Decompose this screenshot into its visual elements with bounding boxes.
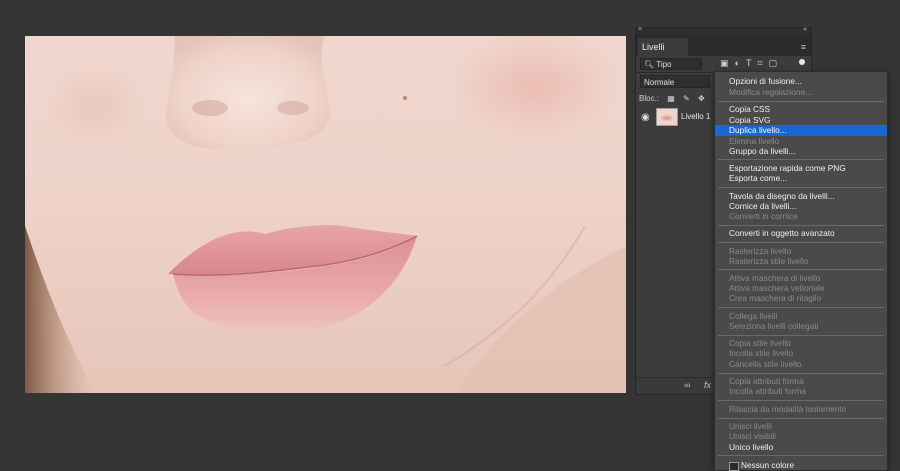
menu-item-blending-options[interactable]: Opzioni di fusione... [715,76,887,87]
menu-item-export-as[interactable]: Esporta come... [715,173,887,184]
filter-kind-icons[interactable]: ▣◐T⌗▢ [720,58,783,69]
menu-item-flatten-image[interactable]: Unico livello [715,442,887,453]
menu-item-merge-visible: Unisci visibili [729,431,777,441]
portrait-photo [25,36,626,393]
layer-context-menu: Opzioni di fusione... Modifica regolazio… [714,71,888,471]
menu-item-paste-shape-attributes: Incolla attributi forma [729,386,807,396]
menu-separator [718,373,884,374]
menu-separator [718,269,884,270]
link-layers-icon[interactable]: ∞ [684,380,690,390]
menu-item-duplicate-layer[interactable]: Duplica livello... [715,125,887,136]
panel-menu-icon[interactable]: ≡ [801,42,806,52]
collapse-icon[interactable]: « [803,26,807,34]
tab-layers[interactable]: Livelli [638,38,688,56]
menu-separator [718,455,884,456]
menu-item-group-from-layers[interactable]: Gruppo da livelli... [715,146,887,157]
menu-item-create-clipping-mask: Crea maschera di ritaglio [729,293,822,303]
menu-item-edit-adjustment: Modifica regolazione... [729,87,813,97]
menu-separator [718,187,884,188]
filter-type-label: Tipo [656,60,672,69]
document-canvas[interactable] [25,36,626,393]
menu-separator [718,400,884,401]
layer-filter-row: 🔍︎ Tipo ▣◐T⌗▢ [640,58,807,72]
menu-separator [718,225,884,226]
menu-item-convert-smart-object[interactable]: Converti in oggetto avanzato [715,228,887,239]
menu-item-paste-layer-style: Incolla stile livello [729,348,794,358]
layer-name[interactable]: Livello 1 [681,112,710,121]
lock-label: Bloc.: [639,94,660,103]
menu-item-copy-css[interactable]: Copia CSS [715,104,887,115]
lock-transparency-icon[interactable]: ▦ [667,94,675,103]
layer-thumbnail[interactable] [656,108,678,126]
lock-pixels-icon[interactable]: ✎ [683,94,690,103]
lock-row: Bloc.: ▦ ✎ ✥ [639,94,711,103]
panel-tab-bar: Livelli ≡ [636,34,811,56]
menu-separator [718,101,884,102]
lock-position-icon[interactable]: ✥ [698,94,705,103]
menu-item-release-isolation: Rilascia da modalità Isolamento [729,404,847,414]
menu-separator [718,418,884,419]
blend-mode-select[interactable]: Normale [640,75,710,88]
menu-separator [718,242,884,243]
menu-item-select-linked-layers: Seleziona livelli collegati [729,321,819,331]
menu-separator [718,307,884,308]
menu-item-no-color[interactable]: Nessun colore [715,460,887,471]
menu-separator [718,335,884,336]
fx-icon[interactable]: fx [704,380,711,390]
menu-item-convert-to-frame: Converti in cornice [729,211,798,221]
filter-type-select[interactable]: 🔍︎ Tipo [640,58,702,70]
visibility-eye-icon[interactable]: ◉ [641,112,650,123]
menu-separator [718,159,884,160]
menu-item-rasterize-style: Rasterizza stile livello [729,256,809,266]
close-icon[interactable]: × [638,26,642,34]
filter-toggle-icon[interactable] [799,59,805,65]
menu-item-clear-layer-style: Cancella stile livello [729,359,802,369]
